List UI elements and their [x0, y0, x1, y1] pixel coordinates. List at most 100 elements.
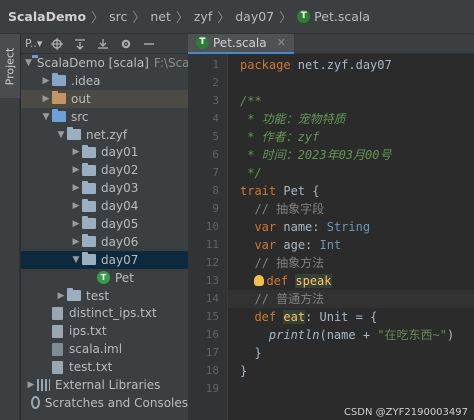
tree-item[interactable]: ▶ day06	[21, 233, 188, 251]
code-token: Int	[319, 238, 342, 252]
breadcrumb-day07[interactable]: day07	[235, 9, 274, 24]
code-token: def	[254, 310, 277, 324]
scala-trait-icon: T	[196, 36, 209, 49]
tree-item-label: day05	[101, 216, 139, 231]
line-number: 14	[205, 292, 219, 305]
tree-item[interactable]: test.txt	[21, 358, 188, 376]
chevron-right-icon[interactable]: ▶	[70, 237, 82, 247]
tree-item[interactable]: ▶ day03	[21, 179, 188, 197]
tree-item[interactable]: ▶ day05	[21, 215, 188, 233]
code-token: }	[240, 346, 262, 360]
chevron-down-icon[interactable]: ▼	[40, 112, 52, 122]
locate-file-icon[interactable]	[50, 37, 64, 51]
view-selector-dropdown[interactable]: P..▾	[25, 37, 42, 50]
line-number: 19	[205, 382, 219, 395]
tree-item-label: .idea	[71, 73, 101, 88]
line-number-gutter[interactable]: 1 2 3 4 5 6 7 8 9 10 11 12 13 14 15 16 17 18 19	[188, 54, 228, 420]
tree-item-label: day07	[101, 252, 139, 267]
project-tool-tab[interactable]: Project	[0, 34, 20, 98]
code-token: "在吃东西~"	[377, 328, 447, 342]
tree-item[interactable]: distinct_ips.txt	[21, 304, 188, 322]
line-number: 18	[205, 364, 219, 377]
tree-item[interactable]: ▶ out	[21, 89, 188, 108]
chevron-right-icon[interactable]: ▶	[70, 165, 82, 175]
tree-item-label: out	[71, 91, 91, 106]
package-folder-icon	[82, 234, 96, 248]
project-toolbar: P..▾	[21, 34, 188, 54]
text-file-icon	[52, 306, 63, 320]
tree-item-label: Pet	[115, 270, 134, 285]
code-line: package net.zyf.day07	[240, 56, 392, 74]
tree-item[interactable]: ips.txt	[21, 322, 188, 340]
line-number: 5	[212, 130, 219, 143]
close-icon[interactable]: ✕	[277, 36, 286, 49]
expand-all-icon[interactable]	[73, 37, 87, 51]
code-line: var age: Int	[240, 236, 341, 254]
editor-tab-pet-scala[interactable]: T Pet.scala ✕	[188, 33, 294, 54]
tree-item[interactable]: ▶ External Libraries	[21, 376, 188, 394]
hide-panel-icon[interactable]	[142, 37, 156, 51]
tree-item-label: day06	[101, 234, 139, 249]
chevron-right-icon[interactable]: ▶	[70, 219, 82, 229]
tree-item[interactable]: ▶ day02	[21, 161, 188, 179]
tree-item[interactable]: scala.iml	[21, 340, 188, 358]
chevron-down-icon[interactable]: ▼	[70, 255, 82, 265]
code-line: trait Pet {	[240, 182, 319, 200]
line-number: 17	[205, 346, 219, 359]
tree-item[interactable]: ▼ src	[21, 108, 188, 126]
line-number: 2	[212, 76, 219, 89]
tree-item[interactable]: ▶ test	[21, 287, 188, 305]
code-token: (name +	[319, 328, 378, 342]
chevron-right-icon[interactable]: ▶	[40, 94, 52, 104]
text-file-icon	[52, 324, 63, 338]
code-token: )	[446, 328, 455, 342]
code-line: println(name + "在吃东西~")	[240, 326, 454, 344]
lightbulb-icon[interactable]	[254, 275, 265, 286]
tree-item[interactable]: ▶ .idea	[21, 72, 188, 90]
code-token: String	[326, 220, 371, 234]
project-tool-tab-label: Project	[3, 47, 17, 85]
tree-item[interactable]: ▶ day01	[21, 143, 188, 161]
breadcrumb-file[interactable]: Pet.scala	[314, 9, 370, 24]
chevron-right-icon[interactable]: ▶	[25, 380, 37, 390]
scala-trait-icon: T	[297, 10, 311, 23]
code-line: }	[240, 362, 247, 380]
chevron-right-icon[interactable]: ▶	[55, 291, 67, 301]
breadcrumb-zyf[interactable]: zyf	[194, 9, 212, 24]
tree-item[interactable]: ▼ ScalaDemo [scala] F:\Scal	[21, 54, 188, 72]
tree-item[interactable]: Scratches and Consoles	[21, 394, 188, 412]
editor-tab-bar: T Pet.scala ✕	[188, 33, 474, 54]
chevron-down-icon[interactable]: ▼	[25, 58, 32, 68]
project-tree: ▼ScalaDemo [scala]F:\Scal▶.idea▶out▼src▼…	[21, 54, 188, 412]
chevron-right-icon[interactable]: ▶	[70, 147, 82, 157]
code-line: // 普通方法	[240, 290, 324, 308]
tree-item[interactable]: ▼ day07	[21, 250, 188, 269]
tree-item-label: test	[86, 288, 110, 303]
collapse-all-icon[interactable]	[96, 37, 110, 51]
line-number: 3	[212, 94, 219, 107]
breadcrumb-project[interactable]: ScalaDemo	[8, 9, 86, 24]
breadcrumb-src[interactable]: src	[109, 9, 127, 24]
tree-item[interactable]: T Pet	[21, 269, 188, 287]
tree-item-label: scala.iml	[69, 342, 123, 357]
code-token: trait	[240, 184, 277, 198]
chevron-down-icon[interactable]: ▼	[55, 130, 67, 140]
code-token: package	[240, 58, 291, 72]
package-folder-icon	[82, 180, 96, 194]
library-icon	[37, 378, 50, 391]
chevron-right-icon: 〉	[91, 11, 105, 26]
tree-item[interactable]: ▼ net.zyf	[21, 126, 188, 144]
code-token: Pet {	[276, 184, 320, 198]
breadcrumb-net[interactable]: net	[150, 9, 171, 24]
line-number: 7	[212, 166, 219, 179]
tree-item[interactable]: ▶ day04	[21, 197, 188, 215]
chevron-right-icon[interactable]: ▶	[70, 183, 82, 193]
code-editor[interactable]: 1 2 3 4 5 6 7 8 9 10 11 12 13 14 15 16 17 18 19 package ne…	[188, 54, 474, 420]
chevron-right-icon[interactable]: ▶	[70, 201, 82, 211]
code-token: println	[268, 328, 320, 342]
gear-icon[interactable]	[119, 37, 133, 51]
chevron-right-icon[interactable]: ▶	[40, 76, 52, 86]
